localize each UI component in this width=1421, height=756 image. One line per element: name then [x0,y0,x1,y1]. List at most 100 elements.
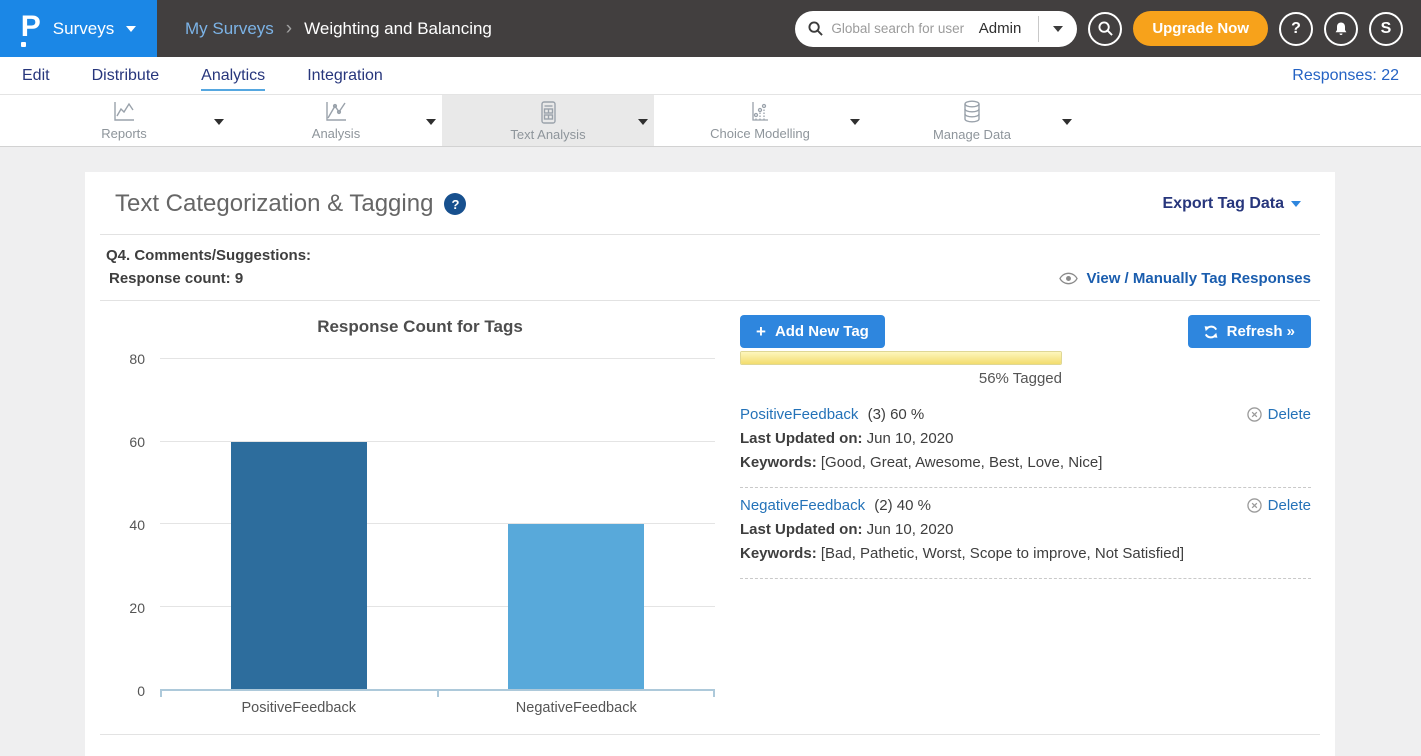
chevron-down-icon [126,26,136,32]
refresh-icon [1204,325,1218,339]
search-scope-label: Admin [979,20,1031,37]
tag-keywords-line: Keywords: [Bad, Pathetic, Worst, Scope t… [740,545,1311,562]
tag-entry: NegativeFeedback (2) 40 % Last Updated o… [740,488,1311,579]
tag-panel: + Add New Tag Refresh » 56% Tagged Posit… [740,307,1320,716]
delete-circle-x-icon [1247,498,1262,513]
tab-manage-data[interactable]: Manage Data [866,95,1078,146]
header-actions: Admin Upgrade Now ? S [795,0,1421,57]
view-manually-tag-link[interactable]: View / Manually Tag Responses [1059,270,1311,287]
bar-NegativeFeedback [508,524,644,689]
breadcrumb-separator-icon: › [286,18,292,40]
x-axis-category-label: NegativeFeedback [438,700,716,716]
eye-icon [1059,272,1078,285]
notifications-button[interactable] [1324,12,1358,46]
chevron-down-icon[interactable] [1062,119,1072,125]
bar-PositiveFeedback [231,442,367,690]
text-tagging-card: Text Categorization & Tagging ? Export T… [85,172,1335,756]
help-icon[interactable]: ? [444,193,466,215]
tag-delete-button[interactable]: Delete [1247,497,1311,514]
tag-updated-line: Last Updated on: Jun 10, 2020 [740,521,1311,538]
scatter-chart-icon [747,100,773,124]
tagged-progress-bar [740,351,1062,365]
tag-name-link[interactable]: PositiveFeedback [740,406,858,423]
question-title: Q4. Comments/Suggestions: [106,247,311,264]
divider [100,734,1320,735]
product-switcher[interactable]: P Surveys [0,0,157,57]
responses-count[interactable]: Responses: 22 [1292,67,1399,85]
tag-delete-button[interactable]: Delete [1247,406,1311,423]
x-axis-tick [437,689,439,697]
survey-nav: Edit Distribute Analytics Integration Re… [0,57,1421,95]
chart-plot [160,359,715,691]
tag-count-percent: (3) 60 % [868,406,925,423]
breadcrumb-my-surveys[interactable]: My Surveys [185,19,274,39]
search-icon [808,21,823,36]
tag-list: PositiveFeedback (3) 60 % Last Updated o… [740,397,1311,579]
add-new-tag-button[interactable]: + Add New Tag [740,315,885,348]
tagged-progress-fill [741,352,1061,364]
database-icon [959,99,985,125]
search-icon [1098,21,1113,36]
tab-text-analysis[interactable]: Text Analysis [442,95,654,146]
y-axis-tick-label: 60 [129,434,145,450]
bell-icon [1333,21,1349,37]
chevron-down-icon[interactable] [426,119,436,125]
tag-name-link[interactable]: NegativeFeedback [740,497,865,514]
brand-logo: P [21,12,41,46]
chevron-down-icon[interactable] [214,119,224,125]
line-chart-icon [111,100,137,124]
chevron-down-icon[interactable] [1053,26,1063,32]
export-tag-data-dropdown[interactable]: Export Tag Data [1163,195,1302,213]
tag-updated-line: Last Updated on: Jun 10, 2020 [740,430,1311,447]
breadcrumb: My Surveys › Weighting and Balancing [185,0,492,57]
response-count-chart: Response Count for Tags 020406080 Positi… [100,307,740,716]
question-summary: Q4. Comments/Suggestions: Response count… [85,235,1335,300]
chevron-down-icon [1291,201,1301,207]
top-header-bar: P Surveys My Surveys › Weighting and Bal… [0,0,1421,57]
y-axis-tick-label: 20 [129,600,145,616]
tab-choice-modelling[interactable]: Choice Modelling [654,95,866,146]
chevron-down-icon[interactable] [638,119,648,125]
text-report-icon [537,100,559,125]
page-title: Text Categorization & Tagging ? [115,190,466,218]
trend-chart-icon [323,100,349,124]
tag-count-percent: (2) 40 % [874,497,931,514]
tab-analysis[interactable]: Analysis [230,95,442,146]
tagged-progress-label: 56% Tagged [740,370,1062,387]
gridline [160,358,715,359]
nav-item-edit[interactable]: Edit [22,60,50,91]
question-info: Q4. Comments/Suggestions: Response count… [106,247,311,287]
global-search-box[interactable]: Admin [795,11,1077,47]
tagging-content: Response Count for Tags 020406080 Positi… [85,301,1335,716]
logo-dot [21,42,26,47]
breadcrumb-current-survey: Weighting and Balancing [304,19,492,39]
y-axis-tick-label: 0 [137,683,145,699]
tag-entry: PositiveFeedback (3) 60 % Last Updated o… [740,397,1311,488]
nav-item-analytics[interactable]: Analytics [201,60,265,91]
help-button[interactable]: ? [1279,12,1313,46]
x-axis-tick [713,689,715,697]
card-header: Text Categorization & Tagging ? Export T… [85,172,1335,234]
upgrade-now-button[interactable]: Upgrade Now [1133,11,1268,46]
tab-reports[interactable]: Reports [18,95,230,146]
search-button[interactable] [1088,12,1122,46]
analytics-module-tabs: Reports Analysis Text Analysis Choice Mo… [0,95,1421,147]
y-axis-tick-label: 80 [129,351,145,367]
nav-item-distribute[interactable]: Distribute [92,60,160,91]
plus-icon: + [756,323,766,340]
x-axis-category-label: PositiveFeedback [160,700,438,716]
chart-ylabels: 020406080 [100,359,160,691]
chart-xlabels: PositiveFeedbackNegativeFeedback [160,700,715,716]
y-axis-tick-label: 40 [129,517,145,533]
product-name: Surveys [53,19,114,39]
nav-item-integration[interactable]: Integration [307,60,383,91]
x-axis-tick [160,689,162,697]
response-count: Response count: 9 [106,270,311,287]
avatar[interactable]: S [1369,12,1403,46]
delete-circle-x-icon [1247,407,1262,422]
global-search-input[interactable] [831,21,970,36]
refresh-button[interactable]: Refresh » [1188,315,1311,348]
tag-keywords-line: Keywords: [Good, Great, Awesome, Best, L… [740,454,1311,471]
divider [1038,16,1039,42]
chevron-down-icon[interactable] [850,119,860,125]
